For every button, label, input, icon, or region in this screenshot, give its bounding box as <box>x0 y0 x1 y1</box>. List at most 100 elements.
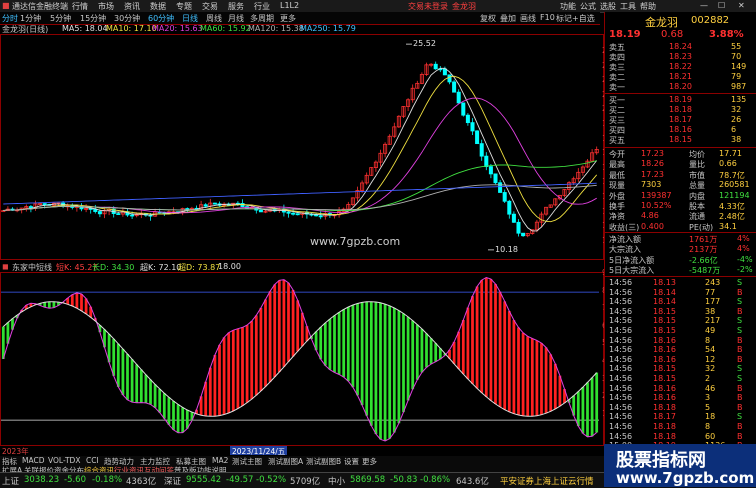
menu-item-l1l2[interactable]: L1L2 <box>280 1 299 10</box>
tick-row: 14:56 18.14 77 B <box>605 288 756 298</box>
tab-macd[interactable]: MACD <box>22 456 44 465</box>
tick-row: 14:56 18.16 8 B <box>605 336 756 346</box>
candle-body <box>507 200 512 215</box>
superd-line <box>2 301 598 417</box>
flow-pct: -2% <box>737 265 753 275</box>
tab-1min[interactable]: 1分钟 <box>20 13 41 24</box>
btn-add-favorite[interactable]: +自选 <box>572 13 595 24</box>
candle-body <box>203 204 208 207</box>
candle-body <box>130 214 135 217</box>
tick-row: 14:56 18.15 38 B <box>605 307 756 317</box>
index-sme-label[interactable]: 中小 <box>328 475 345 487</box>
menu-item-industry[interactable]: 行业 <box>254 1 270 12</box>
stat-value: 34.1 <box>719 221 737 231</box>
stat-label: 今开 <box>609 150 625 159</box>
candle-body <box>479 143 484 157</box>
close-icon[interactable]: ✕ <box>738 1 745 10</box>
index-sz-pct: -0.52% <box>256 475 287 485</box>
stock-link[interactable]: 金龙羽 <box>452 1 476 12</box>
tick-time: 14:56 <box>609 412 633 422</box>
tick-side: S <box>737 412 743 422</box>
tick-time: 14:56 <box>609 278 633 287</box>
tick-volume: 177 <box>705 297 721 307</box>
menu-item-topics[interactable]: 专题 <box>176 1 192 12</box>
index-sz-label[interactable]: 深证 <box>164 475 181 487</box>
candle-body <box>116 213 121 215</box>
menu-item-trade[interactable]: 交易 <box>202 1 218 12</box>
kline-pane[interactable]: 25.52 10.18 <box>0 34 604 260</box>
tick-side: B <box>737 345 743 355</box>
ma10-line <box>3 75 598 223</box>
tick-side: B <box>737 306 743 316</box>
tab-more[interactable]: 更多 <box>280 13 296 24</box>
index-sh-label[interactable]: 上证 <box>2 475 19 487</box>
flow-label: 大宗流入 <box>609 245 641 255</box>
indicator-chart[interactable] <box>1 273 603 445</box>
minimize-icon[interactable]: — <box>700 1 708 10</box>
bid-price: 18.16 <box>669 125 692 134</box>
menu-item-news[interactable]: 资讯 <box>124 1 140 12</box>
quote-price-row: 18.19 0.68 3.88% <box>605 29 756 41</box>
tab-vol[interactable]: VOL-TDX <box>48 456 80 465</box>
tick-side: B <box>737 422 743 431</box>
tab-daily[interactable]: 日线 <box>182 13 198 24</box>
tick-volume: 32 <box>705 364 716 374</box>
stat-label: 市值 <box>689 170 705 180</box>
candle-body <box>42 203 47 205</box>
index-sz-change: -49.57 <box>226 475 254 485</box>
index-sme-change: -50.83 <box>390 475 418 485</box>
tick-volume: 8 <box>705 422 711 431</box>
kline-chart[interactable]: 25.52 10.18 <box>1 35 603 259</box>
stat-value: 17.23 <box>641 169 664 179</box>
ask-price: 18.21 <box>669 72 692 81</box>
btn-mark[interactable]: 标记 <box>556 13 572 24</box>
menu-item-service[interactable]: 服务 <box>228 1 244 12</box>
btn-draw[interactable]: 画线 <box>520 13 536 24</box>
stat-label: 量比 <box>689 160 705 170</box>
tab-60min[interactable]: 60分钟 <box>148 13 174 24</box>
menu-select[interactable]: 选股 <box>600 1 616 12</box>
menu-function[interactable]: 功能 <box>560 1 576 12</box>
index-sz-amount: 5709亿 <box>290 477 321 487</box>
menu-item-data[interactable]: 数据 <box>150 1 166 12</box>
menu-item-quotes[interactable]: 行情 <box>72 1 88 12</box>
tick-price: 18.14 <box>653 297 676 307</box>
btn-overlay[interactable]: 叠加 <box>500 13 516 24</box>
quote-stats: 今开 17.23 均价 17.71 最高 18.26 量比 0.66 最低 17.23 市值 78.7… <box>605 149 756 233</box>
menu-item-market[interactable]: 市场 <box>98 1 114 12</box>
tick-side: S <box>737 326 743 335</box>
tick-time: 14:56 <box>609 422 633 431</box>
candle-body <box>475 130 480 145</box>
btn-adjust[interactable]: 复权 <box>480 13 496 24</box>
tab-5min[interactable]: 5分钟 <box>50 13 71 24</box>
tab-tick[interactable]: 分时 <box>2 13 18 24</box>
flow-value: -2.66亿 <box>689 255 718 265</box>
watermark-text: www.7gpzb.com <box>310 235 401 248</box>
login-notice[interactable]: 交易未登录 <box>408 1 448 12</box>
tab-ma2[interactable]: MA2 <box>212 456 228 465</box>
stat-row: 最高 18.26 量比 0.66 <box>605 159 756 169</box>
btn-f10[interactable]: F10 <box>540 13 555 22</box>
tab-cci[interactable]: CCI <box>86 456 99 465</box>
menu-formula[interactable]: 公式 <box>580 1 596 12</box>
candle-body <box>442 68 447 76</box>
tab-weekly[interactable]: 周线 <box>206 13 222 24</box>
tab-15min[interactable]: 15分钟 <box>80 13 106 24</box>
menu-tools[interactable]: 工具 <box>620 1 636 12</box>
tick-price: 18.16 <box>653 345 676 355</box>
flow-value: 2137万 <box>689 245 718 255</box>
app-title: 通达信金融终端 <box>12 2 68 11</box>
indicator-pane[interactable] <box>0 272 604 446</box>
tab-monthly[interactable]: 月线 <box>228 13 244 24</box>
maximize-icon[interactable]: ☐ <box>718 1 725 10</box>
stat-label: 总量 <box>689 181 705 191</box>
stat-label: 均价 <box>689 150 705 159</box>
menu-help[interactable]: 帮助 <box>640 1 656 12</box>
tab-multi[interactable]: 多周期 <box>250 13 274 24</box>
tab-30min[interactable]: 30分钟 <box>114 13 140 24</box>
quote-name: 金龙羽 <box>645 16 678 29</box>
candle-body <box>212 202 217 205</box>
stat-value: 0.66 <box>719 159 737 169</box>
bid-row: 买五 18.15 38 <box>605 135 756 145</box>
quote-header: 金龙羽 002882 <box>605 14 756 29</box>
